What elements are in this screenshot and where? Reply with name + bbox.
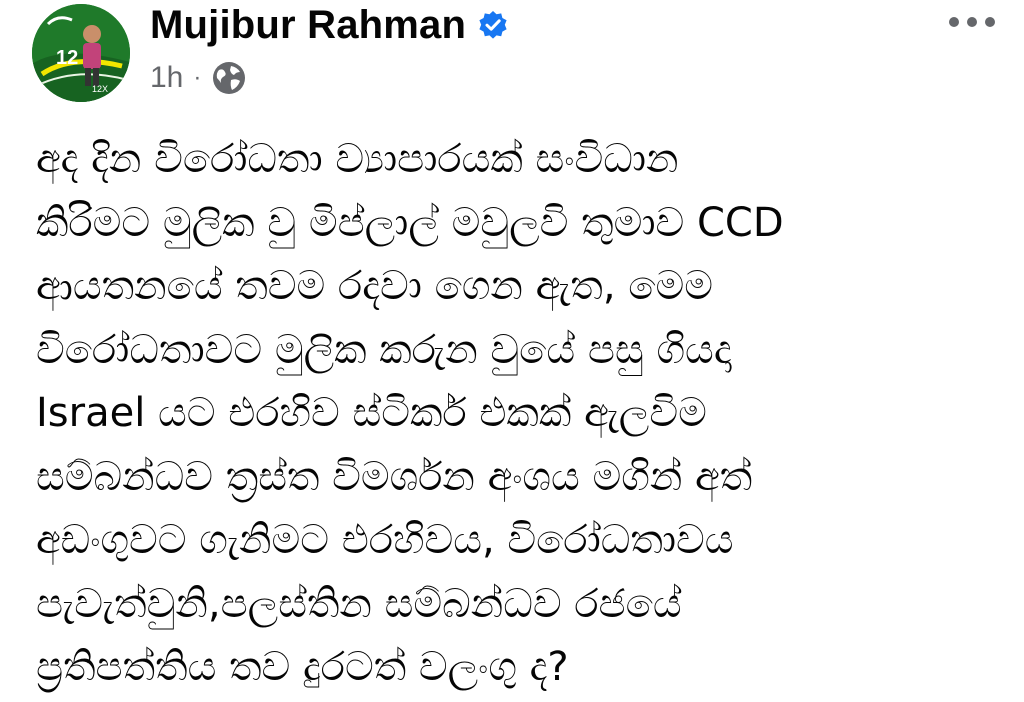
post-text-line: ප්‍රතිපත්තිය තව දුරටත් වලංගු ද? [36, 644, 569, 690]
avatar-image: 12 12X [32, 4, 130, 102]
globe-icon [211, 60, 247, 96]
post-text-line: කිරිමට මුලික වු මිප්ලාල් මවුලවි තුමාව CC… [36, 199, 784, 246]
post-text-line: ආයතනයේ තවම රදවා ගෙන ඇත, මෙම [36, 263, 714, 309]
meta-separator: · [193, 64, 202, 91]
post-text-line: පැවැත්වුනි,පලස්තින සම්බන්ධව රජයේ [36, 580, 682, 627]
post-text-line: අඩංගුවට ගැනිමට එරහිවය, විරෝධතාවය [36, 517, 734, 563]
verified-badge-icon [478, 10, 508, 40]
more-options-icon [949, 17, 995, 27]
post-text-line: විරෝධතාවට මුලික කරුන වුයේ පසු ගියදා [36, 326, 732, 373]
author-name[interactable]: Mujibur Rahman [150, 3, 466, 48]
avatar-badge: 12X [92, 84, 108, 94]
avatar[interactable]: 12 12X [32, 4, 130, 102]
author-row: Mujibur Rahman [150, 0, 508, 50]
avatar-number: 12 [56, 47, 78, 69]
post-text-line: Israel යට එරහිව ස්ටිකර් එකක් ඇලවිම [36, 390, 707, 436]
post-meta: 1h · [150, 56, 247, 100]
more-options-button[interactable] [944, 4, 1000, 40]
post-text: අද දින විරෝධතා ව්‍යාපාරයක් සංවිධාන කිරිම… [36, 128, 996, 700]
post-timestamp[interactable]: 1h [150, 61, 183, 95]
post-header: 12 12X Mujibur Rahman 1h · [0, 0, 1024, 110]
post-text-line: අද දින විරෝධතා ව්‍යාපාරයක් සංවිධාන [36, 136, 679, 182]
post-text-line: සම්බන්ධව ත්‍රස්ත විමර්ශන අංශය මගින් අත් [36, 453, 753, 500]
